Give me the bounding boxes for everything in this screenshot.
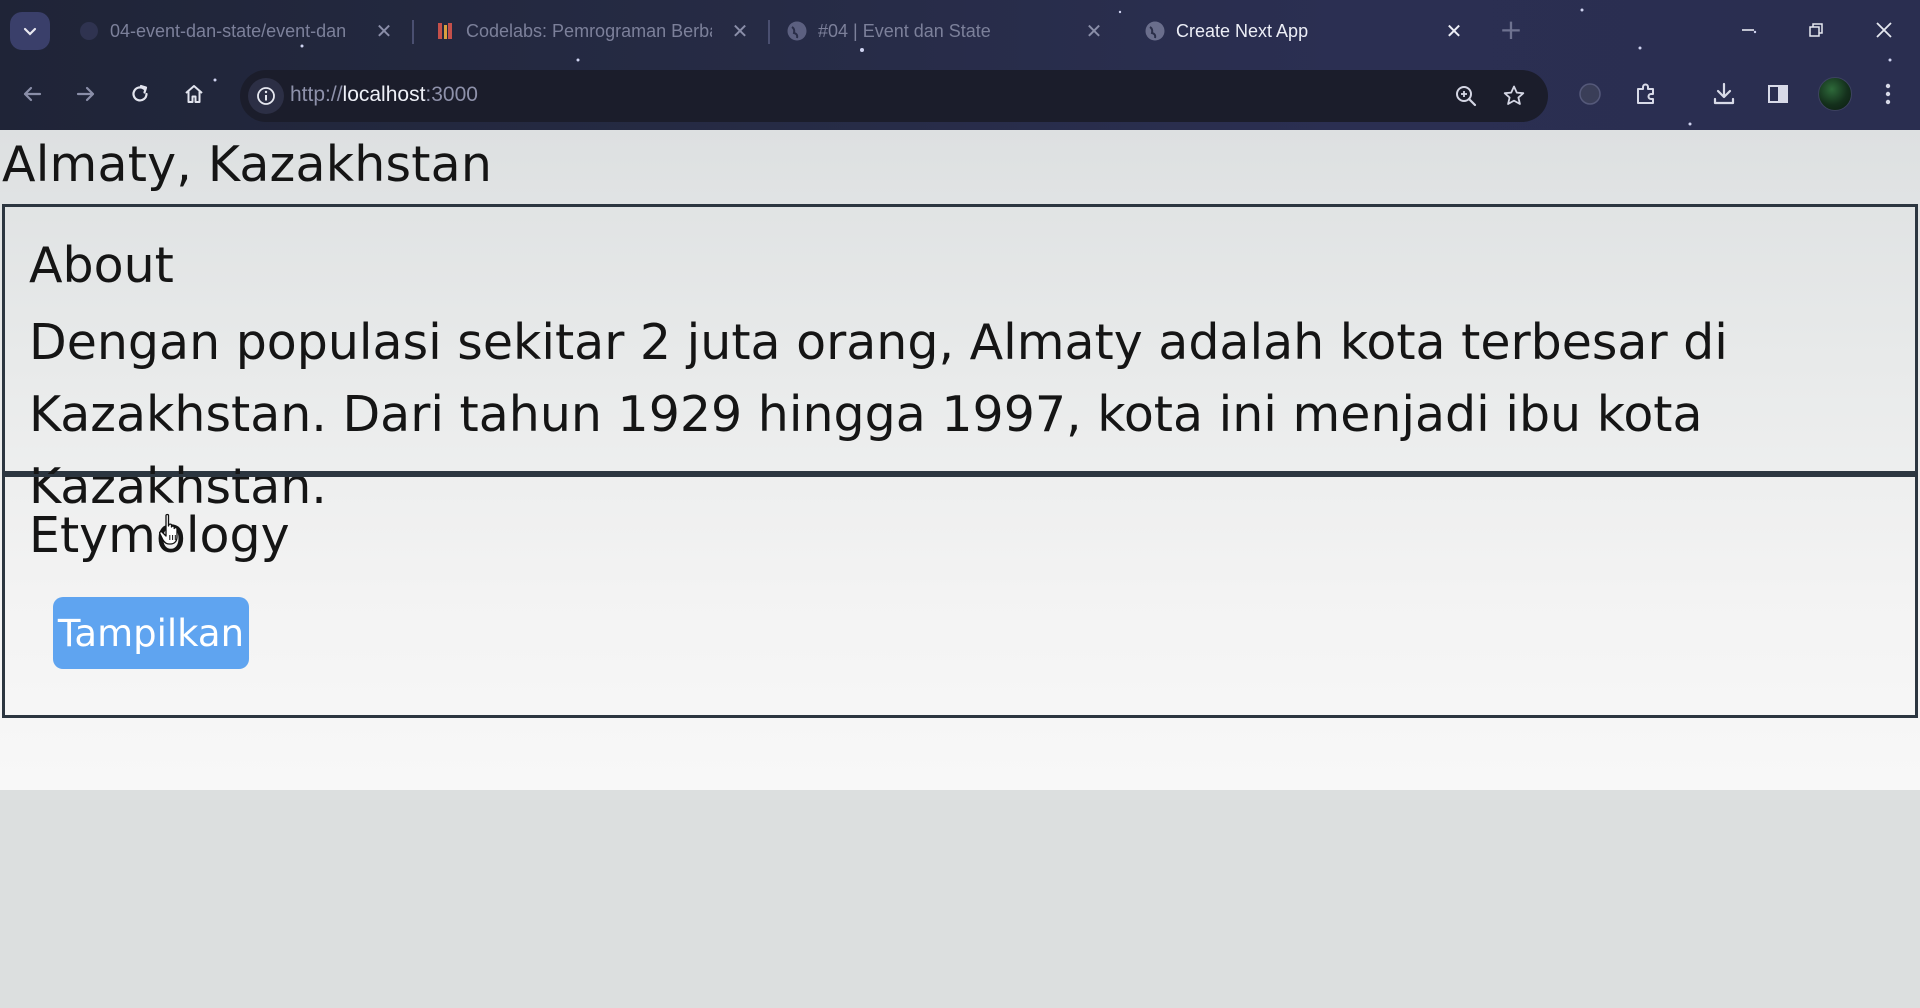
restore-button[interactable] xyxy=(1786,8,1846,52)
url-text: http://localhost:3000 xyxy=(290,83,478,107)
close-icon[interactable]: ✕ xyxy=(1442,19,1466,43)
codelabs-icon xyxy=(434,20,456,42)
close-icon[interactable]: ✕ xyxy=(372,19,396,43)
forward-button[interactable] xyxy=(66,74,106,114)
tab-2[interactable]: Codelabs: Pemrograman Berba ✕ xyxy=(434,10,752,52)
tab-strip: 04-event-dan-state/event-dan ✕ Codelabs:… xyxy=(0,0,1920,60)
close-icon[interactable]: ✕ xyxy=(1082,19,1106,43)
side-panel-button[interactable] xyxy=(1758,74,1798,114)
extension-button[interactable] xyxy=(1570,74,1610,114)
zoom-in-icon xyxy=(1456,86,1477,107)
minimize-icon xyxy=(1742,29,1754,31)
about-section: About Dengan populasi sekitar 2 juta ora… xyxy=(2,204,1918,515)
home-button[interactable] xyxy=(174,74,214,114)
github-icon xyxy=(78,20,100,42)
page-title: Almaty, Kazakhstan xyxy=(2,136,493,193)
url-port: :3000 xyxy=(425,83,478,106)
browser-toolbar: http://localhost:3000 xyxy=(0,60,1920,130)
browser-menu-button[interactable] xyxy=(1868,74,1908,114)
tab-title: #04 | Event dan State xyxy=(818,20,991,41)
about-heading: About xyxy=(29,237,174,294)
puzzle-icon xyxy=(1637,83,1654,104)
downloads-button[interactable] xyxy=(1704,74,1744,114)
minimize-button[interactable] xyxy=(1718,8,1778,52)
page-content: Almaty, Kazakhstan About Dengan populasi… xyxy=(0,130,1920,790)
side-panel-icon xyxy=(1768,85,1788,103)
globe-icon xyxy=(786,20,808,42)
etymology-section: Etymology Tampilkan xyxy=(2,474,1918,718)
url-scheme: http:// xyxy=(290,83,343,106)
home-icon xyxy=(185,85,203,103)
tab-title: Create Next App xyxy=(1176,20,1309,41)
tab-separator xyxy=(768,20,770,44)
browser-chrome: 04-event-dan-state/event-dan ✕ Codelabs:… xyxy=(0,0,1920,130)
hand-cursor-icon xyxy=(159,513,178,545)
info-icon xyxy=(257,87,275,105)
tab-4-active[interactable]: Create Next App ✕ xyxy=(1144,10,1466,52)
chevron-down-icon xyxy=(23,27,37,36)
address-bar[interactable]: http://localhost:3000 xyxy=(240,70,1548,122)
profile-avatar[interactable] xyxy=(1818,77,1852,111)
close-icon[interactable]: ✕ xyxy=(728,19,752,43)
tab-3[interactable]: #04 | Event dan State ✕ xyxy=(786,10,1106,52)
page-viewport: Almaty, Kazakhstan About Dengan populasi… xyxy=(0,130,1920,1008)
tab-title: Codelabs: Pemrograman Berba xyxy=(466,20,712,41)
tab-title: 04-event-dan-state/event-dan xyxy=(110,20,347,41)
close-icon xyxy=(1876,22,1892,38)
arrow-left-icon xyxy=(23,86,42,102)
show-button[interactable]: Tampilkan xyxy=(53,597,249,669)
extension-circle-icon xyxy=(1579,83,1601,105)
more-vertical-icon xyxy=(1885,83,1891,105)
new-tab-button[interactable]: + xyxy=(1496,13,1526,46)
close-window-button[interactable] xyxy=(1854,8,1914,52)
url-host: localhost xyxy=(342,83,426,106)
download-icon xyxy=(1713,82,1735,105)
tab-1[interactable]: 04-event-dan-state/event-dan ✕ xyxy=(78,10,396,52)
zoom-button[interactable] xyxy=(1452,82,1480,110)
back-button[interactable] xyxy=(12,74,52,114)
reload-icon xyxy=(132,84,148,102)
globe-icon xyxy=(1144,20,1166,42)
site-info-button[interactable] xyxy=(248,78,284,114)
bookmark-button[interactable] xyxy=(1500,82,1528,110)
arrow-right-icon xyxy=(76,86,95,102)
restore-icon xyxy=(1809,23,1823,37)
reload-button[interactable] xyxy=(120,74,160,114)
extensions-menu-button[interactable] xyxy=(1626,74,1666,114)
tab-separator xyxy=(412,20,414,44)
tab-search-button[interactable] xyxy=(10,12,50,50)
star-icon xyxy=(1503,85,1525,105)
